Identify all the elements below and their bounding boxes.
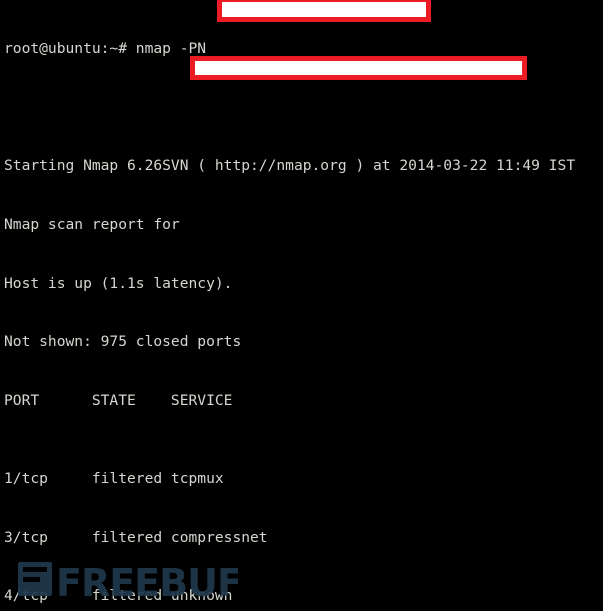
- host-status-line: Host is up (1.1s latency).: [4, 274, 233, 292]
- nmap-starting-line: Starting Nmap 6.26SVN ( http://nmap.org …: [4, 157, 576, 175]
- table-row: 4/tcp filtered unknown: [4, 587, 233, 605]
- table-row: 1/tcp filtered tcpmux: [4, 470, 224, 488]
- not-shown-line: Not shown: 975 closed ports: [4, 333, 242, 351]
- table-row: 3/tcp filtered compressnet: [4, 528, 268, 546]
- port-table-header: PORT STATE SERVICE: [4, 391, 233, 409]
- redaction-box-command-target: [217, 0, 431, 22]
- terminal-window[interactable]: root@ubuntu:~# nmap -PN Starting Nmap 6.…: [0, 0, 603, 611]
- terminal-output: root@ubuntu:~# nmap -PN Starting Nmap 6.…: [4, 0, 603, 611]
- redaction-box-host-target: [190, 56, 527, 80]
- nmap-scan-report-line: Nmap scan report for: [4, 216, 189, 234]
